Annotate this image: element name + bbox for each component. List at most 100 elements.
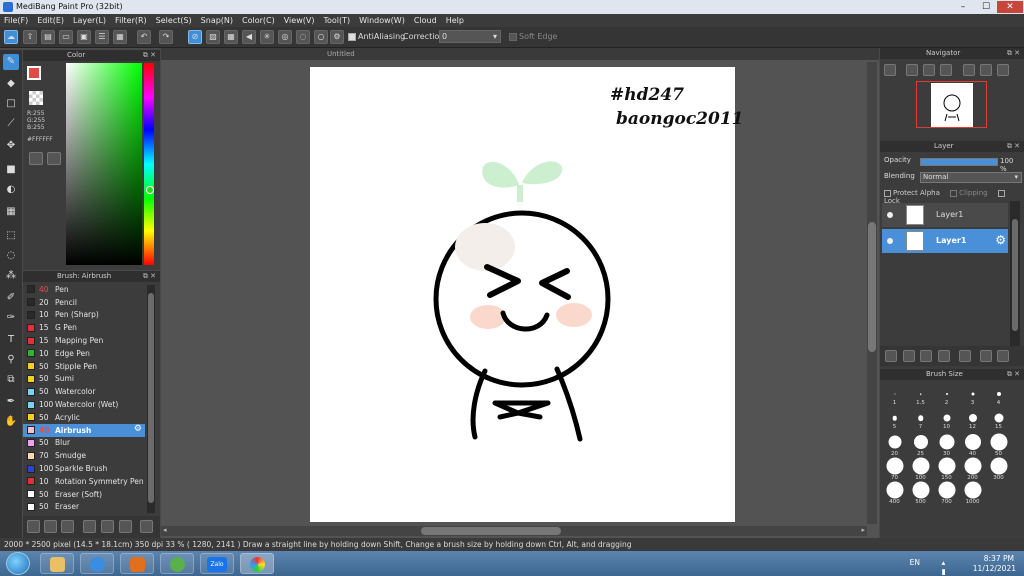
- layer-settings-icon[interactable]: ⚙: [995, 233, 1006, 247]
- brush-item[interactable]: 10 Rotation Symmetry Pen: [23, 475, 145, 488]
- navigator-view-rect[interactable]: [916, 81, 987, 128]
- brush-tool-icon[interactable]: ✎: [3, 54, 19, 70]
- cloud-icon[interactable]: ☁: [4, 30, 18, 44]
- magic-wand-icon[interactable]: ⁂: [3, 268, 19, 284]
- add-brush-icon[interactable]: [27, 520, 40, 533]
- new-halftone-layer-icon[interactable]: [903, 350, 915, 362]
- operation-tool-icon[interactable]: ⚲: [3, 352, 19, 368]
- brush-size-option[interactable]: 200: [960, 457, 985, 481]
- gradient-tool-icon[interactable]: ▦: [3, 204, 19, 220]
- brush-size-option[interactable]: 300: [986, 457, 1011, 481]
- palette-icon[interactable]: [29, 152, 43, 165]
- brush-size-option[interactable]: 4: [986, 386, 1011, 406]
- canvas-horizontal-scrollbar[interactable]: ◂ ▸: [161, 526, 867, 536]
- soft-edge-checkbox[interactable]: Soft Edge: [509, 32, 557, 41]
- taskbar-zalo[interactable]: Zalo: [200, 553, 234, 574]
- lasso-tool-icon[interactable]: ◌: [3, 248, 19, 264]
- delete-brush-icon[interactable]: [140, 520, 153, 533]
- brush-size-option[interactable]: 25: [908, 434, 933, 457]
- transparent-color-icon[interactable]: [29, 91, 43, 105]
- layer-row[interactable]: Layer1: [882, 203, 1008, 227]
- snap-settings-icon[interactable]: ⚙: [330, 30, 344, 44]
- brush-item[interactable]: 15 Mapping Pen: [23, 334, 145, 347]
- scroll-right-icon[interactable]: ▸: [861, 526, 865, 534]
- shape-fill-icon[interactable]: ■: [3, 162, 19, 178]
- clock-time[interactable]: 8:37 PM: [984, 554, 1014, 563]
- duplicate-layer-icon[interactable]: [980, 350, 992, 362]
- pattern-snap-icon[interactable]: ○: [314, 30, 328, 44]
- menu-snap[interactable]: Snap(N): [201, 16, 238, 25]
- new-folder-icon[interactable]: [959, 350, 971, 362]
- panel-close-icon[interactable]: ⧉ ✕: [143, 50, 156, 61]
- brush-item[interactable]: 100 Watercolor (Wet): [23, 398, 145, 411]
- redo-icon[interactable]: ↷: [159, 30, 173, 44]
- brush-size-option[interactable]: 20: [882, 434, 907, 457]
- move-tool-icon[interactable]: ✥: [3, 138, 19, 154]
- saturation-value-picker[interactable]: [66, 63, 142, 265]
- menu-layer[interactable]: Layer(L): [73, 16, 111, 25]
- clock-date[interactable]: 11/12/2021: [973, 564, 1016, 573]
- panel-close-icon[interactable]: ⧉ ✕: [1007, 369, 1020, 380]
- menu-filter[interactable]: Filter(R): [115, 16, 152, 25]
- brush-item[interactable]: 10 Edge Pen: [23, 347, 145, 360]
- curve-snap-icon[interactable]: ◌: [296, 30, 310, 44]
- brush-item[interactable]: 50 Eraser (Soft): [23, 488, 145, 501]
- menu-select[interactable]: Select(S): [156, 16, 197, 25]
- rotate-reset-icon[interactable]: [980, 64, 992, 76]
- menu-tool[interactable]: Tool(T): [323, 16, 355, 25]
- taskbar-ie[interactable]: [80, 553, 114, 574]
- upload-icon[interactable]: ⇧: [23, 30, 37, 44]
- brush-size-option[interactable]: 1: [882, 386, 907, 406]
- taskbar-coccoc[interactable]: [160, 553, 194, 574]
- rotate-left-icon[interactable]: [963, 64, 975, 76]
- panel-close-icon[interactable]: ⧉ ✕: [1007, 48, 1020, 59]
- select-tool-icon[interactable]: ⬚: [3, 228, 19, 244]
- cross-snap-icon[interactable]: ▦: [224, 30, 238, 44]
- brush-size-option[interactable]: 400: [882, 481, 907, 505]
- zoom-actual-icon[interactable]: [923, 64, 935, 76]
- color-history-icon[interactable]: [47, 152, 61, 165]
- dot-tool-icon[interactable]: □: [3, 96, 19, 112]
- layer-row-selected[interactable]: Layer1 ⚙: [882, 229, 1008, 253]
- menu-cloud[interactable]: Cloud: [414, 16, 442, 25]
- brush-item[interactable]: 50 Sumi: [23, 373, 145, 386]
- language-indicator[interactable]: EN: [910, 558, 920, 567]
- brush-item[interactable]: 100 Sparkle Brush: [23, 462, 145, 475]
- brush-size-option[interactable]: 40: [960, 434, 985, 457]
- menu-window[interactable]: Window(W): [359, 16, 410, 25]
- close-button[interactable]: ✕: [997, 1, 1023, 13]
- menu-help[interactable]: Help: [446, 16, 469, 25]
- brush-size-option[interactable]: 150: [934, 457, 959, 481]
- new-1bit-layer-icon[interactable]: [920, 350, 932, 362]
- fg-bg-swatches[interactable]: [27, 66, 49, 88]
- brush-copy-icon[interactable]: [119, 520, 132, 533]
- select-eraser-icon[interactable]: ✑: [3, 310, 19, 326]
- rotate-right-icon[interactable]: [997, 64, 1009, 76]
- text-tool-icon[interactable]: T: [3, 332, 19, 348]
- brush-item[interactable]: 40 Pen: [23, 283, 145, 296]
- parallel-snap-icon[interactable]: ▨: [206, 30, 220, 44]
- select-pen-icon[interactable]: ✐: [3, 290, 19, 306]
- menu-file[interactable]: File(F): [4, 16, 33, 25]
- menu-color[interactable]: Color(C): [242, 16, 280, 25]
- hand-tool-icon[interactable]: ✋: [3, 414, 19, 430]
- brush-size-option[interactable]: 5: [882, 410, 907, 430]
- brush-size-option[interactable]: 30: [934, 434, 959, 457]
- blending-select[interactable]: Normal ▾: [920, 172, 1022, 183]
- brush-size-option[interactable]: 50: [986, 433, 1011, 457]
- no-snap-icon[interactable]: ⊘: [188, 30, 202, 44]
- antialiasing-checkbox[interactable]: AntiAliasing: [348, 32, 405, 41]
- brush-size-option[interactable]: 7: [908, 410, 933, 430]
- canvas-tab[interactable]: Untitled: [161, 48, 879, 60]
- menu-view[interactable]: View(V): [284, 16, 320, 25]
- opacity-slider[interactable]: [920, 158, 998, 166]
- brush-size-option[interactable]: 1.5: [908, 386, 933, 406]
- brush-item[interactable]: 50 Eraser: [23, 501, 145, 514]
- brush-size-option[interactable]: 12: [960, 410, 985, 430]
- brush-select-icon[interactable]: ⟋: [3, 116, 19, 132]
- maximize-button[interactable]: ☐: [975, 1, 997, 13]
- list-icon[interactable]: ☰: [95, 30, 109, 44]
- brush-size-option[interactable]: 3: [960, 386, 985, 406]
- new-8bit-layer-icon[interactable]: [938, 350, 950, 362]
- panel-close-icon[interactable]: ⧉ ✕: [1007, 141, 1020, 152]
